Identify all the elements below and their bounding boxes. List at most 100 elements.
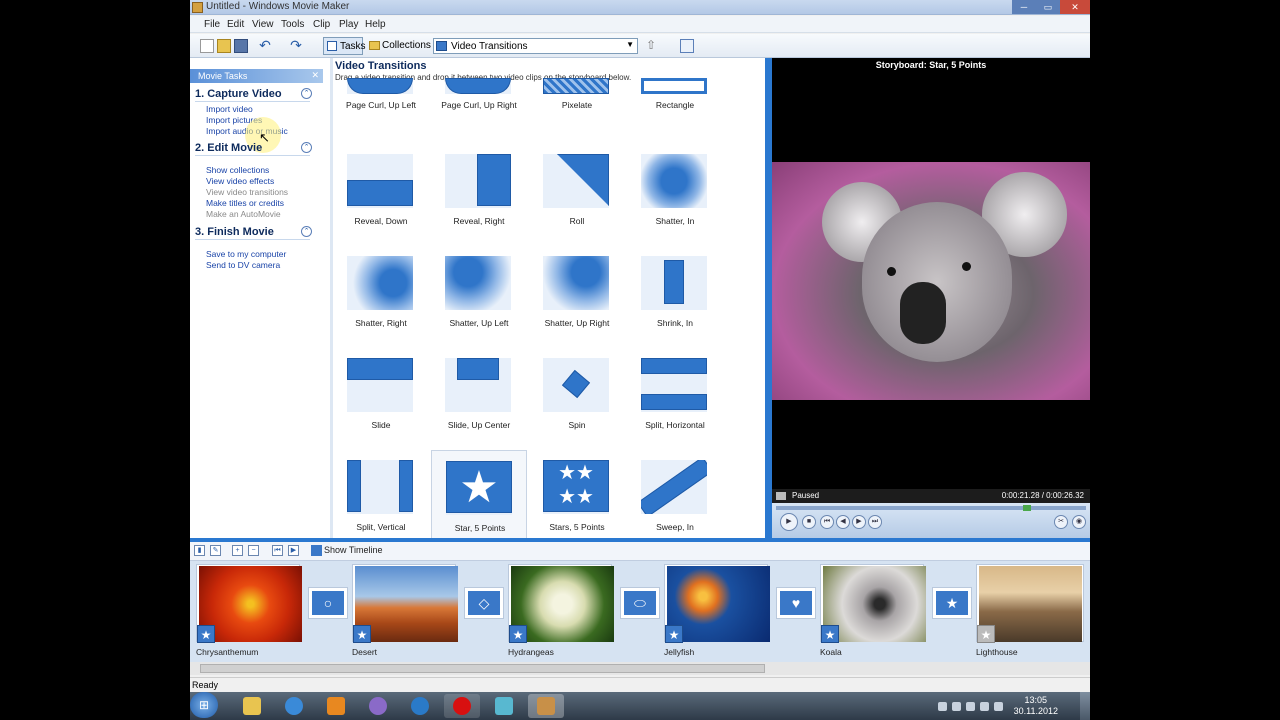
- clock[interactable]: 13:05 30.11.2012: [1014, 695, 1058, 717]
- transition-tile[interactable]: Roll: [529, 144, 625, 246]
- battery-icon[interactable]: [994, 702, 1003, 711]
- taskbar-explorer[interactable]: [234, 694, 270, 718]
- transition-tile[interactable]: Page Curl, Up Right: [431, 50, 527, 152]
- transition-tile[interactable]: Sweep, In: [627, 450, 723, 552]
- transition-tile-selected[interactable]: ★ Star, 5 Points: [431, 450, 527, 552]
- stop-button[interactable]: ■: [802, 515, 816, 529]
- rewind-button[interactable]: ◀: [836, 515, 850, 529]
- transition-tile[interactable]: ★★ ★★ Stars, 5 Points: [529, 450, 625, 552]
- set-audio-levels-icon[interactable]: ▮: [194, 545, 205, 556]
- collapse-icon[interactable]: ⌃: [301, 226, 312, 237]
- scrollbar-thumb[interactable]: [200, 664, 765, 673]
- zoom-out-icon[interactable]: −: [248, 545, 259, 556]
- collapse-icon[interactable]: ⌃: [301, 142, 312, 153]
- transition-tile[interactable]: Rectangle: [627, 50, 723, 152]
- section-edit-movie[interactable]: 2. Edit Movie ⌃: [195, 142, 312, 156]
- seek-handle[interactable]: [1023, 505, 1031, 511]
- link-send-to-dv[interactable]: Send to DV camera: [206, 260, 280, 270]
- transition-slot[interactable]: ♥: [776, 587, 816, 619]
- close-pane-icon[interactable]: ✕: [311, 70, 319, 81]
- start-button[interactable]: ⊞: [190, 692, 218, 718]
- undo-icon[interactable]: ↶: [258, 38, 272, 53]
- take-picture-button[interactable]: ◉: [1072, 515, 1086, 529]
- play-storyboard-icon[interactable]: ▶: [288, 545, 299, 556]
- tray-icon[interactable]: [952, 702, 961, 711]
- transition-slot[interactable]: ⬭: [620, 587, 660, 619]
- taskbar-opera[interactable]: [444, 694, 480, 718]
- link-show-collections[interactable]: Show collections: [206, 165, 269, 175]
- clip-chrysanthemum[interactable]: ★: [196, 564, 302, 643]
- menu-file[interactable]: File: [204, 19, 220, 30]
- taskbar-movie-maker[interactable]: [528, 694, 564, 718]
- transition-tile[interactable]: Shatter, In: [627, 144, 723, 246]
- storyboard-scrollbar[interactable]: [190, 662, 1090, 675]
- transition-tile[interactable]: Slide, Up Center: [431, 348, 527, 450]
- clip-jellyfish[interactable]: ★: [664, 564, 770, 643]
- transition-tile[interactable]: Page Curl, Up Left: [333, 50, 429, 152]
- network-icon[interactable]: [980, 702, 989, 711]
- narrate-icon[interactable]: ✎: [210, 545, 221, 556]
- volume-icon[interactable]: [966, 702, 975, 711]
- transition-slot[interactable]: ○: [308, 587, 348, 619]
- transition-tile[interactable]: Shatter, Right: [333, 246, 429, 348]
- menu-view[interactable]: View: [252, 19, 274, 30]
- show-desktop-button[interactable]: [1080, 692, 1090, 720]
- transition-tile[interactable]: Spin: [529, 348, 625, 450]
- movie-maker-window: Untitled - Windows Movie Maker ─ ▭ ✕ Fil…: [190, 0, 1090, 692]
- menu-play[interactable]: Play: [339, 19, 358, 30]
- zoom-in-icon[interactable]: +: [232, 545, 243, 556]
- new-project-icon[interactable]: [200, 39, 214, 53]
- play-button[interactable]: ▶: [780, 513, 798, 531]
- preview-divider[interactable]: [765, 58, 772, 538]
- section-finish-movie[interactable]: 3. Finish Movie ⌃: [195, 226, 312, 240]
- transition-thumb: [347, 256, 413, 310]
- transition-tile[interactable]: Shrink, In: [627, 246, 723, 348]
- menu-help[interactable]: Help: [365, 19, 386, 30]
- redo-icon[interactable]: ↷: [289, 38, 303, 53]
- section-capture-video[interactable]: 1. Capture Video ⌃: [195, 88, 312, 102]
- taskbar-ie[interactable]: [276, 694, 312, 718]
- collapse-icon[interactable]: ⌃: [301, 88, 312, 99]
- save-icon[interactable]: [234, 39, 248, 53]
- open-folder-icon[interactable]: [217, 39, 231, 53]
- close-button[interactable]: ✕: [1060, 0, 1090, 14]
- minimize-button[interactable]: ─: [1012, 0, 1036, 14]
- transition-tile[interactable]: Reveal, Right: [431, 144, 527, 246]
- link-save-to-computer[interactable]: Save to my computer: [206, 249, 286, 259]
- clip-label: Koala: [820, 647, 842, 657]
- taskbar-app2[interactable]: [486, 694, 522, 718]
- transition-tile[interactable]: Shatter, Up Left: [431, 246, 527, 348]
- clip-lighthouse[interactable]: ★: [976, 564, 1084, 643]
- taskbar-media-player[interactable]: [318, 694, 354, 718]
- timeline-icon[interactable]: [311, 545, 322, 556]
- show-timeline-button[interactable]: Show Timeline: [324, 545, 383, 555]
- transition-tile[interactable]: Shatter, Up Right: [529, 246, 625, 348]
- split-clip-button[interactable]: ✂: [1054, 515, 1068, 529]
- transition-tile[interactable]: Pixelate: [529, 50, 625, 152]
- transition-tile[interactable]: Split, Horizontal: [627, 348, 723, 450]
- maximize-button[interactable]: ▭: [1036, 0, 1060, 14]
- transition-slot[interactable]: ◇: [464, 587, 504, 619]
- transition-slot[interactable]: ★: [932, 587, 972, 619]
- forward-button[interactable]: ▶: [852, 515, 866, 529]
- link-import-video[interactable]: Import video: [206, 104, 253, 114]
- next-frame-button[interactable]: ⏭: [868, 515, 882, 529]
- menu-edit[interactable]: Edit: [227, 19, 244, 30]
- transition-tile[interactable]: Reveal, Down: [333, 144, 429, 246]
- seek-bar[interactable]: [776, 505, 1086, 511]
- rewind-storyboard-icon[interactable]: ⏮: [272, 545, 283, 556]
- tray-icon[interactable]: [938, 702, 947, 711]
- clip-desert[interactable]: ★: [352, 564, 458, 643]
- taskbar-app[interactable]: [360, 694, 396, 718]
- previous-frame-button[interactable]: ⏮: [820, 515, 834, 529]
- link-view-video-effects[interactable]: View video effects: [206, 176, 274, 186]
- transition-tile[interactable]: Split, Vertical: [333, 450, 429, 552]
- transition-tile[interactable]: Slide: [333, 348, 429, 450]
- taskbar-maxthon[interactable]: [402, 694, 438, 718]
- menu-tools[interactable]: Tools: [281, 19, 304, 30]
- title-bar[interactable]: Untitled - Windows Movie Maker ─ ▭ ✕: [190, 0, 1090, 15]
- clip-koala[interactable]: ★: [820, 564, 926, 643]
- menu-clip[interactable]: Clip: [313, 19, 330, 30]
- clip-hydrangeas[interactable]: ★: [508, 564, 614, 643]
- link-make-titles[interactable]: Make titles or credits: [206, 198, 284, 208]
